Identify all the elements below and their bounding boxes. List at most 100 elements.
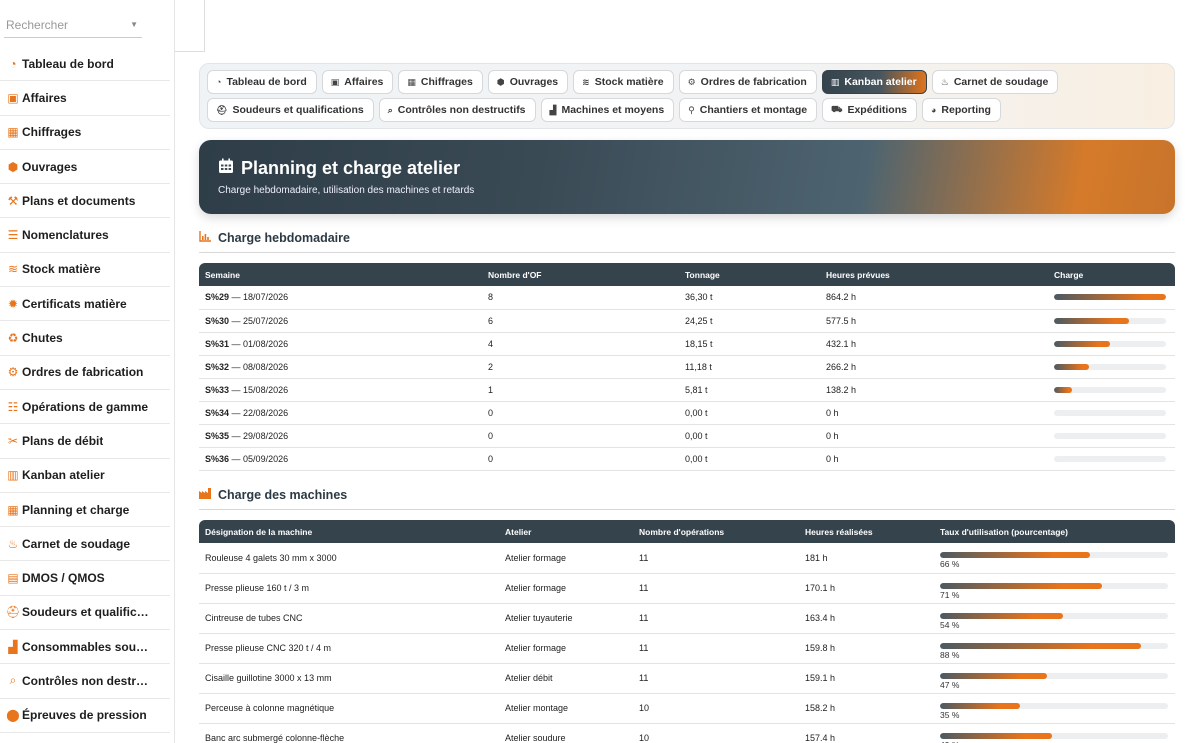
table-row[interactable]: Perceuse à colonne magnétique Atelier mon… [199,693,1175,724]
charge-bar [1054,409,1166,416]
tab-dashboard[interactable]: ◔ Tableau de bord [207,70,317,94]
charge-cell [1048,378,1175,402]
machine-name: Presse plieuse CNC 320 t / 4 m [199,633,499,664]
sidebar-item-document[interactable]: ▤ DMOS / QMOS [0,561,170,596]
sidebar-item-calendar[interactable]: ▦ Planning et charge [0,493,170,528]
week-date: — 05/09/2026 [231,453,289,464]
column-header[interactable]: Heures prévues [820,263,1048,286]
table-row[interactable]: S%29 — 18/07/2026 8 36,30 t 864.2 h [199,286,1175,310]
charge-bar-fill [1054,363,1089,370]
tab-magnifier[interactable]: ⌕ Contrôles non destructifs [378,98,536,122]
sidebar-item-flame[interactable]: ♨ Carnet de soudage [0,527,170,562]
table-row[interactable]: S%31 — 01/08/2026 4 18,15 t 432.1 h [199,332,1175,356]
gears-icon: ⚙ [687,76,696,87]
column-header[interactable]: Taux d'utilisation (pourcentage) [934,520,1175,543]
sidebar-item-recycle[interactable]: ♻ Chutes [0,321,170,356]
tab-briefcase[interactable]: ▣ Affaires [321,70,394,94]
calculator-icon: ▦ [7,125,19,140]
sidebar-item-list[interactable]: ☰ Nomenclatures [0,218,170,253]
recycle-icon: ♻ [7,331,19,346]
utilization-bar-fill [940,732,1052,739]
page-subtitle: Charge hebdomadaire, utilisation des mac… [218,185,475,196]
sidebar-item-list-check[interactable]: ☷ Opérations de gamme [0,390,170,425]
charge-bar [1054,363,1166,370]
table-row[interactable]: Rouleuse 4 galets 30 mm x 3000 Atelier fo… [199,543,1175,574]
column-header[interactable]: Charge [1048,263,1175,286]
table-row[interactable]: Banc arc submergé colonne-flèche Atelier … [199,723,1175,743]
column-header[interactable]: Désignation de la machine [199,520,499,543]
table-row[interactable]: S%33 — 15/08/2026 1 5,81 t 138.2 h [199,378,1175,402]
sidebar-item-scissors[interactable]: ✂ Plans de débit [0,424,170,459]
search-select[interactable]: Rechercher ▼ [4,12,142,38]
utilization-percent: 47 % [940,679,960,690]
column-header[interactable]: Nombre d'opérations [633,520,799,543]
sidebar-item-drafting-compass[interactable]: ⚒ Plans et documents [0,184,170,219]
sidebar-item-gears[interactable]: ⚙ Ordres de fabrication [0,356,170,390]
column-header[interactable]: Tonnage [679,263,820,286]
utilization-percent: 54 % [940,619,960,630]
tab-layers[interactable]: ≋ Stock matière [573,70,674,94]
table-row[interactable]: S%32 — 08/08/2026 2 11,18 t 266.2 h [199,355,1175,379]
magnifier-icon: ⌕ [9,673,17,688]
tab-factory[interactable]: ▟ Machines et moyens [540,98,675,122]
week-cell: S%29 — 18/07/2026 [199,286,482,310]
sidebar-item-label: Contrôles non destr… [22,673,149,688]
charge-bar-fill [1054,340,1110,347]
table-row[interactable]: Presse plieuse CNC 320 t / 4 m Atelier fo… [199,633,1175,664]
week-number: S%34 [205,407,230,418]
actual-hours: 163.4 h [799,603,934,634]
tab-label: Carnet de soudage [953,76,1049,88]
sidebar-item-briefcase[interactable]: ▣ Affaires [0,81,170,116]
sidebar-item-kanban[interactable]: ▥ Kanban atelier [0,459,170,493]
table-row[interactable]: S%30 — 25/07/2026 6 24,25 t 577.5 h [199,309,1175,333]
week-cell: S%32 — 08/08/2026 [199,355,482,379]
week-cell: S%36 — 05/09/2026 [199,447,482,471]
machines-charge-heading: Charge des machines [199,488,1175,510]
weekly-charge-table: Semaine Nombre d'OF Tonnage Heures prévu… [199,263,1175,471]
workshop: Atelier montage [499,693,633,724]
table-row[interactable]: Cintreuse de tubes CNC Atelier tuyauterie… [199,603,1175,634]
planned-hours: 138.2 h [820,378,1048,402]
sidebar-item-helmet[interactable]: ⛑ Soudeurs et qualific… [0,596,170,631]
table-row[interactable]: S%35 — 29/08/2026 0 0,00 t0 h [199,424,1175,448]
column-header[interactable]: Heures réalisées [799,520,934,543]
column-header[interactable]: Atelier [499,520,633,543]
sidebar-item-box[interactable]: ⬢ Ouvrages [0,150,170,185]
sidebar-item-layers[interactable]: ≋ Stock matière [0,253,170,288]
table-row[interactable]: Presse plieuse 160 t / 3 m Atelier formag… [199,573,1175,604]
tab-kanban[interactable]: ▥ Kanban atelier [821,70,927,94]
table-row[interactable]: Cisaille guillotine 3000 x 13 mm Atelier … [199,663,1175,694]
sidebar-item-boxes[interactable]: ▟ Consommables sou… [0,630,170,665]
sidebar-item-dashboard[interactable]: ◔ Tableau de bord [0,47,170,82]
tab-calculator[interactable]: ▦ Chiffrages [398,70,483,94]
utilization-bar-fill [940,672,1048,679]
tab-truck[interactable]: ⛟ Expéditions [822,98,917,122]
tab-helmet[interactable]: ⛑ Soudeurs et qualifications [207,98,374,122]
list-icon: ☰ [7,228,19,243]
sidebar-item-certificate[interactable]: ✹ Certificats matière [0,287,170,322]
week-cell: S%31 — 01/08/2026 [199,332,482,356]
table-row[interactable]: S%36 — 05/09/2026 0 0,00 t0 h [199,447,1175,471]
week-date: — 25/07/2026 [231,315,289,326]
top-panel [175,0,205,52]
charge-cell [1048,286,1175,310]
actual-hours: 159.1 h [799,663,934,694]
tab-box[interactable]: ⬢ Ouvrages [487,70,569,94]
charge-cell [1048,309,1175,333]
table-row[interactable]: S%34 — 22/08/2026 0 0,00 t0 h [199,401,1175,425]
tab-gears[interactable]: ⚙ Ordres de fabrication [678,70,817,94]
tab-label: Kanban atelier [844,76,917,88]
week-date: — 01/08/2026 [231,338,289,349]
sidebar-item-magnifier[interactable]: ⌕ Contrôles non destr… [0,664,170,699]
planned-hours: 0 h [820,424,1048,448]
tab-map-pin[interactable]: ⚲ Chantiers et montage [679,98,818,122]
sidebar-item-calculator[interactable]: ▦ Chiffrages [0,116,170,150]
workshop: Atelier formage [499,573,633,604]
tab-pie-chart[interactable]: ◕ Reporting [921,98,1001,122]
column-header[interactable]: Nombre d'OF [482,263,679,286]
column-header[interactable]: Semaine [199,263,482,286]
sidebar-item-drop[interactable]: ⬤ Épreuves de pression [0,699,170,733]
utilization-bar [940,582,1168,589]
tab-flame[interactable]: ♨ Carnet de soudage [931,70,1059,94]
sidebar-item-label: Épreuves de pression [22,708,147,723]
